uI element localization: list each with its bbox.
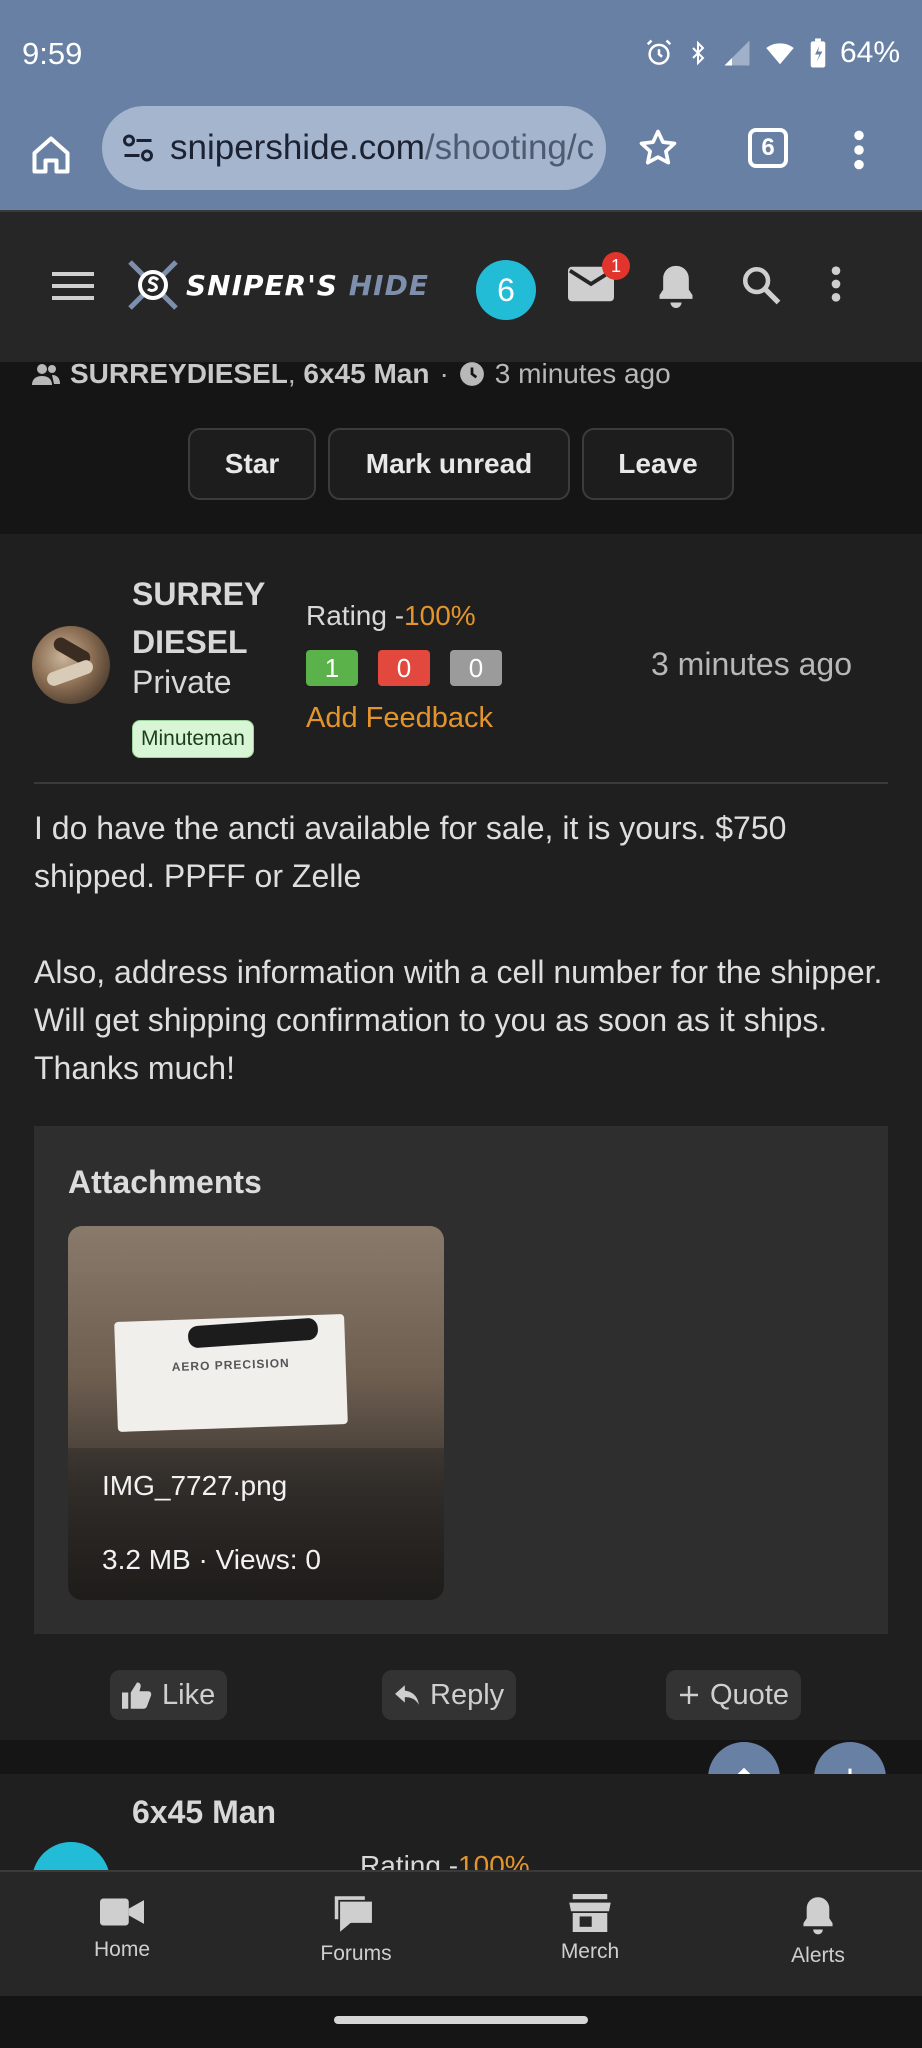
divider: [34, 782, 888, 784]
bell-icon: [659, 265, 693, 308]
inbox-count-badge: 1: [602, 252, 630, 280]
site-logo[interactable]: SNIPER'S HIDE: [124, 256, 429, 314]
browser-toolbar: snipershide.com/shooting/c 6: [0, 106, 922, 210]
url-path: /shooting/c: [424, 128, 595, 167]
video-camera-icon: [100, 1898, 144, 1926]
thread-time: 3 minutes ago: [494, 358, 671, 389]
bookmark-button[interactable]: [636, 126, 680, 175]
mark-unread-button[interactable]: Mark unread: [328, 428, 570, 500]
site-menu-button[interactable]: [52, 270, 94, 307]
rating-label: Rating -100%: [306, 600, 476, 632]
status-icons: 64%: [644, 36, 900, 70]
post-paragraph: Also, address information with a cell nu…: [34, 954, 883, 1086]
post-paragraph: I do have the ancti available for sale, …: [34, 810, 787, 894]
like-label: Like: [162, 1678, 216, 1711]
crosshair-logo-icon: [128, 260, 178, 310]
nav-alerts-label: Alerts: [791, 1944, 845, 1967]
nav-forums[interactable]: Forums: [286, 1894, 426, 1966]
logo-main: SNIPER'S: [186, 268, 338, 302]
post-body: I do have the ancti available for sale, …: [34, 804, 894, 1140]
hamburger-icon: [52, 272, 94, 300]
wifi-icon: [766, 43, 794, 65]
thumbs-up-icon: [122, 1682, 152, 1709]
reply-label: Reply: [430, 1678, 505, 1711]
url-text: snipershide.com/shooting/c: [170, 128, 594, 168]
like-button[interactable]: Like: [110, 1670, 228, 1720]
bluetooth-icon: [692, 40, 705, 66]
attachments-title: Attachments: [68, 1164, 262, 1200]
alarm-icon: [646, 39, 672, 65]
post-username[interactable]: SURREY DIESEL: [132, 570, 282, 666]
nav-forums-label: Forums: [320, 1942, 392, 1965]
site-logo-text: SNIPER'S HIDE: [186, 269, 429, 302]
site-settings-icon[interactable]: [120, 130, 156, 166]
alerts-button[interactable]: [654, 262, 698, 315]
quote-button[interactable]: Quote: [666, 1670, 801, 1720]
home-icon: [32, 136, 70, 174]
gesture-bar: [0, 1996, 922, 2048]
nav-home-label: Home: [93, 1938, 151, 1961]
nav-merch[interactable]: Merch: [520, 1894, 660, 1964]
participant-link[interactable]: 6x45 Man: [303, 358, 429, 389]
battery-level: 64%: [839, 36, 900, 69]
attachments-block: Attachments AERO PRECISION IMG_7727.png …: [34, 1126, 888, 1634]
rating-value: 100%: [404, 600, 476, 631]
quote-label: Quote: [710, 1678, 789, 1711]
meta-separator: ·: [439, 358, 449, 389]
post-message: SURREY DIESEL Private Minuteman Rating -…: [0, 534, 922, 1740]
more-vert-icon: [854, 130, 864, 170]
site-header: SNIPER'S HIDE 6 1: [0, 210, 922, 362]
post-username[interactable]: 6x45 Man: [132, 1794, 276, 1831]
browser-home-button[interactable]: [24, 128, 78, 182]
participant-separator: ,: [287, 358, 296, 389]
attachment-thumbnail[interactable]: AERO PRECISION IMG_7727.png 3.2 MB · Vie…: [68, 1226, 444, 1600]
users-icon: [32, 364, 60, 385]
chat-icon: [334, 1896, 372, 1932]
url-bar[interactable]: snipershide.com/shooting/c: [102, 106, 606, 190]
reply-button[interactable]: Reply: [382, 1670, 517, 1720]
signal-icon: [724, 40, 750, 66]
nav-home[interactable]: Home: [52, 1894, 192, 1962]
nav-alerts[interactable]: Alerts: [748, 1894, 888, 1968]
reply-icon: [395, 1685, 419, 1705]
plus-icon: [680, 1686, 698, 1704]
status-time: 9:59: [22, 36, 83, 71]
user-rank: Private: [132, 664, 232, 700]
bell-icon: [803, 1897, 833, 1935]
star-icon: [639, 129, 677, 165]
battery-icon: [810, 38, 826, 68]
participant-link[interactable]: SURREYDIESEL: [70, 358, 288, 389]
next-post-message: 6x45 Man Rating -100%: [0, 1774, 922, 1874]
add-feedback-link[interactable]: Add Feedback: [306, 702, 493, 735]
search-icon: [742, 266, 781, 305]
rating-neutral-count: 0: [450, 650, 502, 686]
gesture-handle[interactable]: [334, 2016, 588, 2024]
attachment-meta: 3.2 MB · Views: 0: [102, 1544, 321, 1575]
bottom-nav: Home Forums Merch Alerts: [0, 1870, 922, 1996]
rating-negative-count: 0: [378, 650, 430, 686]
star-thread-button[interactable]: Star: [188, 428, 316, 500]
avatar[interactable]: [32, 626, 110, 704]
thread-info-bar: SURREYDIESEL, 6x45 Man · 3 minutes ago S…: [0, 358, 922, 534]
thread-participants: SURREYDIESEL, 6x45 Man · 3 minutes ago: [32, 358, 671, 389]
attachment-image-brand: AERO PRECISION: [171, 1355, 290, 1375]
site-more-button[interactable]: [830, 264, 842, 309]
tab-switcher-button[interactable]: 6: [748, 128, 788, 168]
more-vert-icon: [831, 266, 841, 302]
status-bar: 9:59 64%: [0, 0, 922, 106]
post-time[interactable]: 3 minutes ago: [651, 646, 852, 683]
store-icon: [569, 1894, 611, 1932]
url-host: snipershide.com: [170, 128, 425, 167]
site-search-button[interactable]: [740, 264, 782, 311]
rating-label-text: Rating -: [306, 600, 405, 631]
user-badge: Minuteman: [132, 720, 254, 758]
nav-merch-label: Merch: [560, 1940, 620, 1963]
user-avatar-button[interactable]: 6: [476, 260, 536, 320]
logo-hide: HIDE: [348, 268, 429, 302]
clock-icon: [459, 362, 484, 386]
rating-positive-count: 1: [306, 650, 358, 686]
attachment-filename: IMG_7727.png: [102, 1470, 288, 1501]
leave-thread-button[interactable]: Leave: [582, 428, 734, 500]
browser-menu-button[interactable]: [852, 128, 866, 177]
